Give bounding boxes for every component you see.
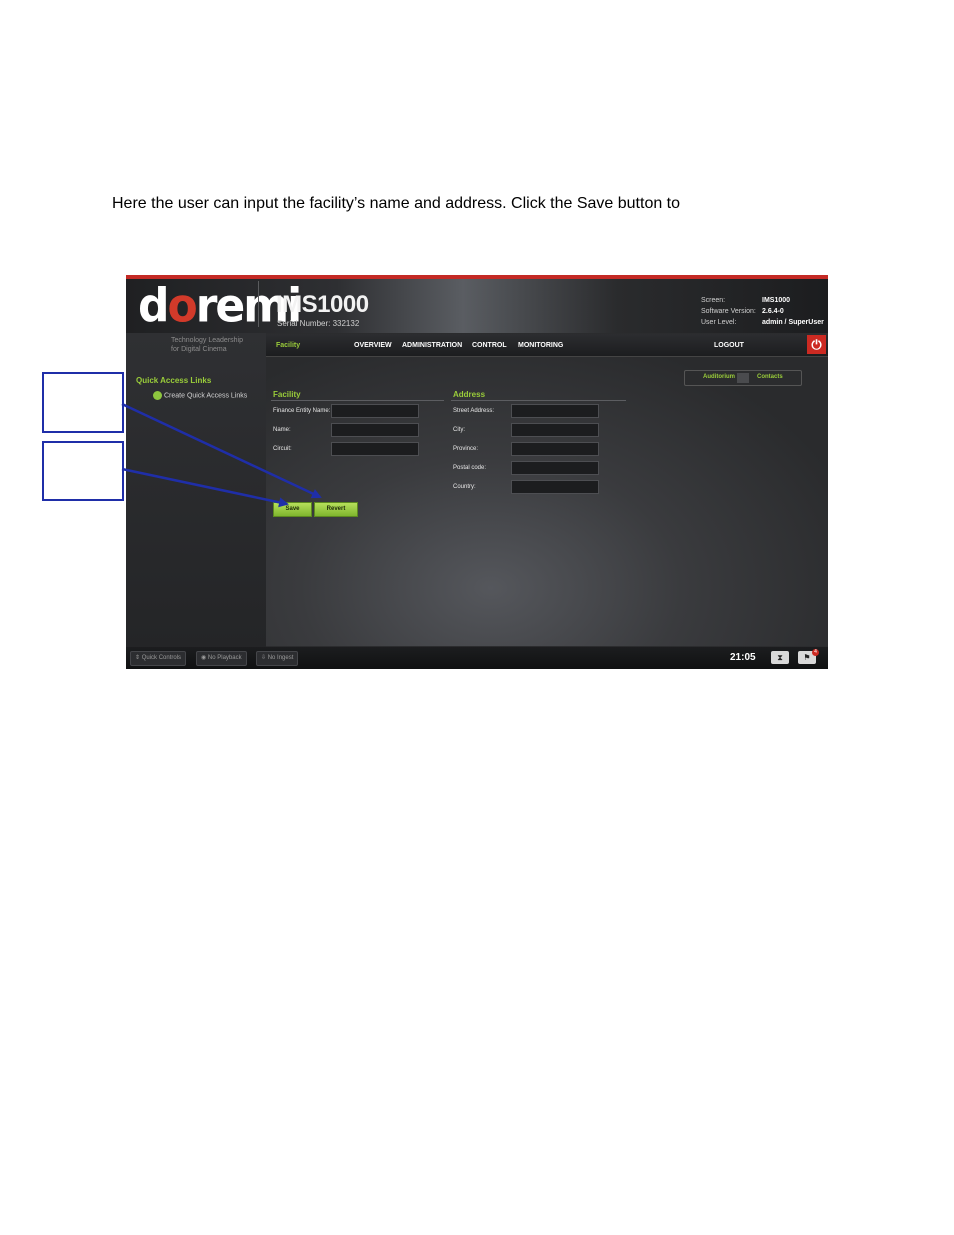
callout-box-revert xyxy=(42,441,124,501)
facility-section-title: Facility xyxy=(273,390,301,399)
facility-page: Auditorium Contacts Facility Finance Ent… xyxy=(266,357,828,646)
callout-box-save xyxy=(42,372,124,433)
main-nav: Facility OVERVIEW ADMINISTRATION CONTROL… xyxy=(266,334,828,357)
postal-code-label: Postal code: xyxy=(453,465,487,471)
info-values: IMS1000 2.6.4-0 admin / SuperUser xyxy=(762,295,824,328)
breadcrumb-contacts[interactable]: Contacts xyxy=(757,374,783,380)
serial-number: Serial Number: 332132 xyxy=(277,319,360,328)
breadcrumb: Auditorium Contacts xyxy=(684,370,802,386)
save-button[interactable]: Save xyxy=(273,502,312,517)
city-input[interactable] xyxy=(511,423,599,437)
tagline: Technology Leadership for Digital Cinema xyxy=(171,337,243,353)
street-address-label: Street Address: xyxy=(453,408,495,414)
nav-facility[interactable]: Facility xyxy=(276,342,300,349)
name-label: Name: xyxy=(273,427,291,433)
app-screenshot: doremi IMS1000 Serial Number: 332132 Scr… xyxy=(126,275,828,669)
power-icon[interactable]: ⏻ xyxy=(807,335,826,354)
circuit-input[interactable] xyxy=(331,442,419,456)
product-name: IMS1000 xyxy=(276,291,369,318)
nav-administration[interactable]: ADMINISTRATION xyxy=(402,342,462,349)
notification-badge: 4 xyxy=(812,649,819,656)
nav-logout[interactable]: LOGOUT xyxy=(714,342,744,349)
software-version-value: 2.6.4-0 xyxy=(762,308,784,315)
nav-monitoring[interactable]: MONITORING xyxy=(518,342,563,349)
postal-code-input[interactable] xyxy=(511,461,599,475)
playback-status[interactable]: ◉ No Playback xyxy=(196,651,247,666)
info-labels: Screen: Software Version: User Level: xyxy=(701,297,756,326)
clock: 21:05 xyxy=(730,652,756,663)
finance-entity-label: Finance Entity Name: xyxy=(273,408,331,414)
breadcrumb-separator xyxy=(737,373,749,383)
street-address-input[interactable] xyxy=(511,404,599,418)
breadcrumb-auditorium[interactable]: Auditorium xyxy=(703,374,735,380)
nav-overview[interactable]: OVERVIEW xyxy=(354,342,392,349)
intro-text: Here the user can input the facility’s n… xyxy=(112,195,681,212)
screen-value: IMS1000 xyxy=(762,297,791,304)
user-level-value: admin / SuperUser xyxy=(762,319,824,326)
create-quick-access-link[interactable]: Create Quick Access Links xyxy=(153,391,247,400)
circuit-label: Circuit: xyxy=(273,446,292,452)
city-label: City: xyxy=(453,427,465,433)
pencil-icon xyxy=(153,391,162,400)
country-label: Country: xyxy=(453,484,476,490)
header-divider xyxy=(258,281,259,327)
sidebar: Technology Leadership for Digital Cinema… xyxy=(126,333,266,647)
app-header: doremi IMS1000 Serial Number: 332132 Scr… xyxy=(126,279,828,333)
address-section-rule xyxy=(451,400,626,401)
province-label: Province: xyxy=(453,446,479,452)
hourglass-icon[interactable]: ⧗ xyxy=(771,651,789,664)
ingest-status[interactable]: ⇩ No Ingest xyxy=(256,651,299,666)
quick-access-heading: Quick Access Links xyxy=(136,376,212,385)
status-bar: ⇕ Quick Controls ◉ No Playback ⇩ No Inge… xyxy=(126,647,828,669)
address-section-title: Address xyxy=(453,390,486,399)
revert-button[interactable]: Revert xyxy=(314,502,358,517)
finance-entity-input[interactable] xyxy=(331,404,419,418)
province-input[interactable] xyxy=(511,442,599,456)
nav-control[interactable]: CONTROL xyxy=(472,342,507,349)
country-input[interactable] xyxy=(511,480,599,494)
quick-controls-button[interactable]: ⇕ Quick Controls xyxy=(130,651,187,666)
facility-section-rule xyxy=(271,400,444,401)
name-input[interactable] xyxy=(331,423,419,437)
